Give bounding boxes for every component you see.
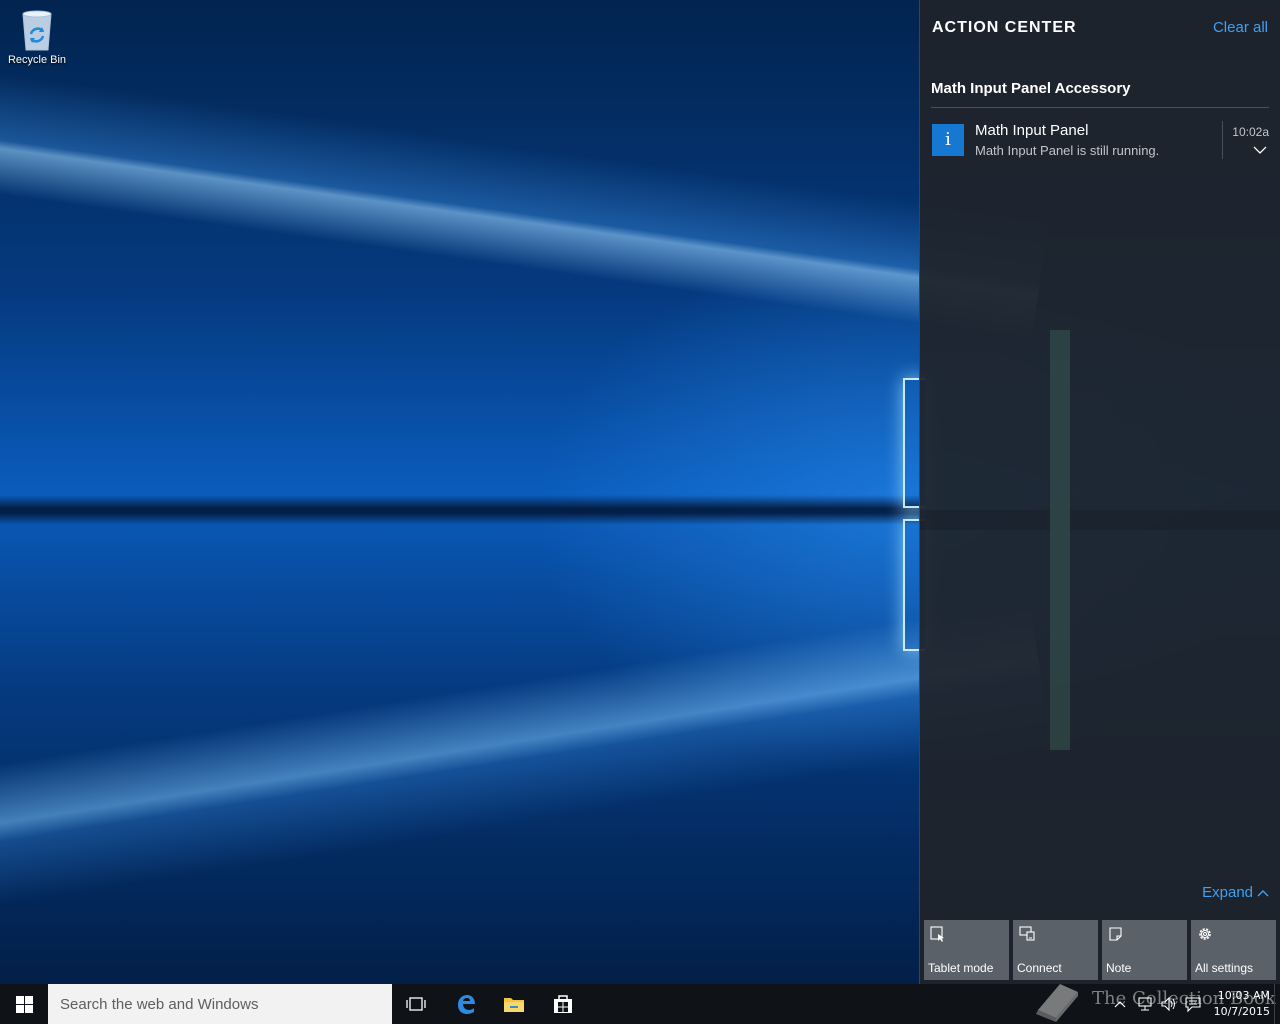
action-center-panel: ACTION CENTER Clear all Math Input Panel… <box>919 0 1280 984</box>
edge-button[interactable] <box>442 984 490 1024</box>
notification-title: Math Input Panel <box>975 122 1089 139</box>
wallpaper-light-beam <box>0 67 1049 340</box>
task-view-icon <box>406 997 426 1011</box>
network-icon[interactable] <box>1136 995 1154 1013</box>
expand-quick-actions-button[interactable]: Expand <box>1202 884 1269 901</box>
store-button[interactable] <box>539 984 587 1024</box>
quick-action-label: Connect <box>1017 961 1062 975</box>
quick-action-note[interactable]: Note <box>1102 920 1187 980</box>
show-hidden-icons-icon[interactable] <box>1113 995 1127 1013</box>
clear-all-button[interactable]: Clear all <box>1213 19 1268 36</box>
info-icon: i <box>932 124 964 156</box>
task-view-button[interactable] <box>392 984 440 1024</box>
notification-body: Math Input Panel is still running. <box>975 143 1160 158</box>
expand-label: Expand <box>1202 884 1253 901</box>
divider <box>1222 121 1223 159</box>
clock-time: 10:03 AM <box>1217 989 1270 1002</box>
quick-action-all-settings[interactable]: All settings <box>1191 920 1276 980</box>
notification-group-header[interactable]: Math Input Panel Accessory <box>931 80 1131 97</box>
action-center-title: ACTION CENTER <box>932 19 1077 36</box>
notification-item[interactable]: i Math Input Panel Math Input Panel is s… <box>931 118 1269 162</box>
quick-action-label: Tablet mode <box>928 961 994 975</box>
divider <box>931 107 1269 108</box>
show-desktop-button[interactable] <box>1274 984 1280 1024</box>
settings-icon <box>1199 928 1211 940</box>
notification-time: 10:02a <box>1232 125 1269 139</box>
desktop-icon-recycle-bin[interactable]: Recycle Bin <box>4 6 70 76</box>
volume-icon[interactable] <box>1160 995 1178 1013</box>
quick-action-tablet-mode[interactable]: Tablet mode <box>924 920 1009 980</box>
taskbar-clock[interactable]: 10:03 AM 10/7/2015 <box>1208 988 1270 1020</box>
store-icon <box>554 995 572 1013</box>
start-button[interactable] <box>0 984 48 1024</box>
chevron-up-icon <box>1257 890 1269 897</box>
chevron-down-icon[interactable] <box>1253 144 1267 156</box>
book-logo-icon <box>1036 984 1078 1022</box>
quick-action-connect[interactable]: Connect <box>1013 920 1098 980</box>
clock-date: 10/7/2015 <box>1213 1005 1270 1018</box>
connect-icon <box>1019 926 1035 941</box>
taskbar: The Collection Book 10:03 AM 10/7/2015 <box>0 984 1280 1024</box>
search-box[interactable] <box>48 984 392 1024</box>
windows-logo-icon <box>16 996 33 1013</box>
desktop-icon-label: Recycle Bin <box>7 54 67 66</box>
quick-action-label: Note <box>1106 961 1132 975</box>
file-explorer-button[interactable] <box>490 984 538 1024</box>
search-input[interactable] <box>48 984 392 1024</box>
file-explorer-icon <box>504 998 524 1012</box>
wallpaper-reflection <box>920 330 1280 750</box>
recycle-bin-icon <box>22 10 52 51</box>
tablet-mode-icon <box>930 926 944 942</box>
wallpaper-light-beam <box>0 600 1051 912</box>
quick-action-label: All settings <box>1195 961 1254 975</box>
note-icon <box>1109 927 1122 941</box>
action-center-icon[interactable] <box>1184 995 1202 1013</box>
edge-icon <box>458 995 475 1014</box>
wallpaper-window-mullion <box>0 495 920 525</box>
